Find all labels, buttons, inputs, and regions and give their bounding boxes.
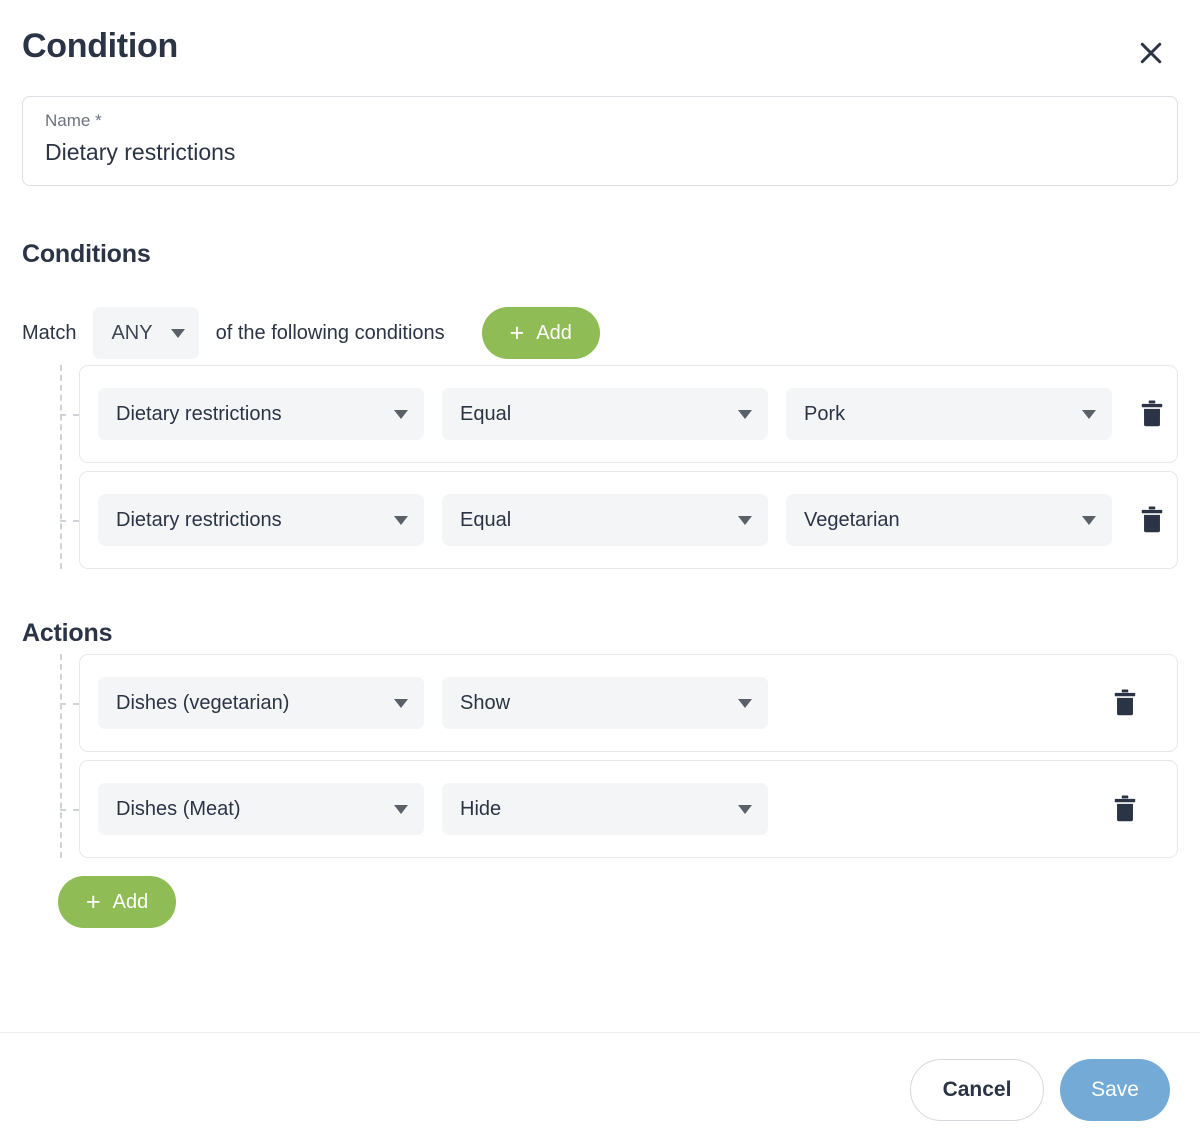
chevron-down-icon [394, 699, 408, 708]
action-card: Dishes (Meat) Hide [79, 760, 1178, 858]
name-input[interactable] [45, 137, 1155, 168]
plus-icon: + [86, 890, 101, 915]
chevron-down-icon [394, 516, 408, 525]
add-condition-label: Add [536, 322, 572, 345]
delete-condition-button[interactable] [1130, 498, 1174, 542]
add-action-label: Add [113, 891, 149, 914]
tree-trunk-line [60, 365, 62, 569]
action-target-select[interactable]: Dishes (vegetarian) [98, 677, 424, 729]
actions-heading: Actions [22, 619, 1178, 648]
condition-operator-value: Equal [460, 403, 511, 426]
trash-icon [1112, 689, 1138, 717]
delete-action-button[interactable] [1103, 681, 1147, 725]
conditions-tree: Dietary restrictions Equal Pork [22, 365, 1178, 569]
condition-field-value: Dietary restrictions [116, 403, 282, 426]
page-title: Condition [22, 26, 1178, 67]
match-prefix-label: Match [22, 322, 76, 345]
condition-value-select[interactable]: Vegetarian [786, 494, 1112, 546]
condition-operator-select[interactable]: Equal [442, 388, 768, 440]
action-operation-select[interactable]: Hide [442, 783, 768, 835]
match-type-select[interactable]: ANY [93, 307, 198, 359]
match-suffix-label: of the following conditions [216, 322, 445, 345]
name-field-label: Name * [45, 109, 1155, 133]
match-type-value: ANY [111, 322, 152, 345]
condition-row: Dietary restrictions Equal Pork [79, 365, 1178, 463]
close-icon [1136, 38, 1166, 68]
condition-value-select[interactable]: Pork [786, 388, 1112, 440]
action-target-select[interactable]: Dishes (Meat) [98, 783, 424, 835]
cancel-button[interactable]: Cancel [910, 1059, 1044, 1121]
delete-condition-button[interactable] [1130, 392, 1174, 436]
tree-branch-line [60, 520, 79, 522]
action-operation-select[interactable]: Show [442, 677, 768, 729]
condition-row: Dietary restrictions Equal Vegetarian [79, 471, 1178, 569]
chevron-down-icon [1082, 410, 1096, 419]
trash-icon [1139, 506, 1165, 534]
trash-icon [1139, 400, 1165, 428]
condition-dialog: Condition Name * Conditions Match ANY [0, 0, 1200, 1147]
chevron-down-icon [394, 410, 408, 419]
add-condition-button[interactable]: + Add [482, 307, 600, 359]
actions-tree: Dishes (vegetarian) Show [22, 654, 1178, 858]
action-target-value: Dishes (vegetarian) [116, 692, 289, 715]
dialog-footer: Cancel Save [0, 1032, 1200, 1147]
action-operation-value: Hide [460, 798, 501, 821]
tree-branch-line [60, 414, 79, 416]
delete-action-button[interactable] [1103, 787, 1147, 831]
conditions-heading: Conditions [22, 240, 1178, 269]
action-operation-value: Show [460, 692, 510, 715]
condition-card: Dietary restrictions Equal Vegetarian [79, 471, 1178, 569]
tree-trunk-line [60, 654, 62, 858]
condition-field-select[interactable]: Dietary restrictions [98, 388, 424, 440]
condition-value-value: Vegetarian [804, 509, 900, 532]
chevron-down-icon [738, 516, 752, 525]
condition-card: Dietary restrictions Equal Pork [79, 365, 1178, 463]
condition-field-select[interactable]: Dietary restrictions [98, 494, 424, 546]
match-row: Match ANY of the following conditions + … [22, 307, 1178, 359]
action-card: Dishes (vegetarian) Show [79, 654, 1178, 752]
action-target-value: Dishes (Meat) [116, 798, 240, 821]
condition-field-value: Dietary restrictions [116, 509, 282, 532]
tree-branch-line [60, 703, 79, 705]
dialog-header: Condition [0, 0, 1200, 96]
name-field-wrapper[interactable]: Name * [22, 96, 1178, 186]
trash-icon [1112, 795, 1138, 823]
tree-branch-line [60, 809, 79, 811]
action-row: Dishes (vegetarian) Show [79, 654, 1178, 752]
condition-operator-value: Equal [460, 509, 511, 532]
chevron-down-icon [738, 699, 752, 708]
chevron-down-icon [738, 805, 752, 814]
dialog-body: Name * Conditions Match ANY of the follo… [0, 96, 1200, 1032]
chevron-down-icon [171, 329, 185, 338]
condition-value-value: Pork [804, 403, 845, 426]
chevron-down-icon [1082, 516, 1096, 525]
chevron-down-icon [394, 805, 408, 814]
action-row: Dishes (Meat) Hide [79, 760, 1178, 858]
add-action-button[interactable]: + Add [58, 876, 176, 928]
chevron-down-icon [738, 410, 752, 419]
save-button[interactable]: Save [1060, 1059, 1170, 1121]
close-button[interactable] [1132, 34, 1170, 72]
plus-icon: + [510, 321, 525, 346]
condition-operator-select[interactable]: Equal [442, 494, 768, 546]
